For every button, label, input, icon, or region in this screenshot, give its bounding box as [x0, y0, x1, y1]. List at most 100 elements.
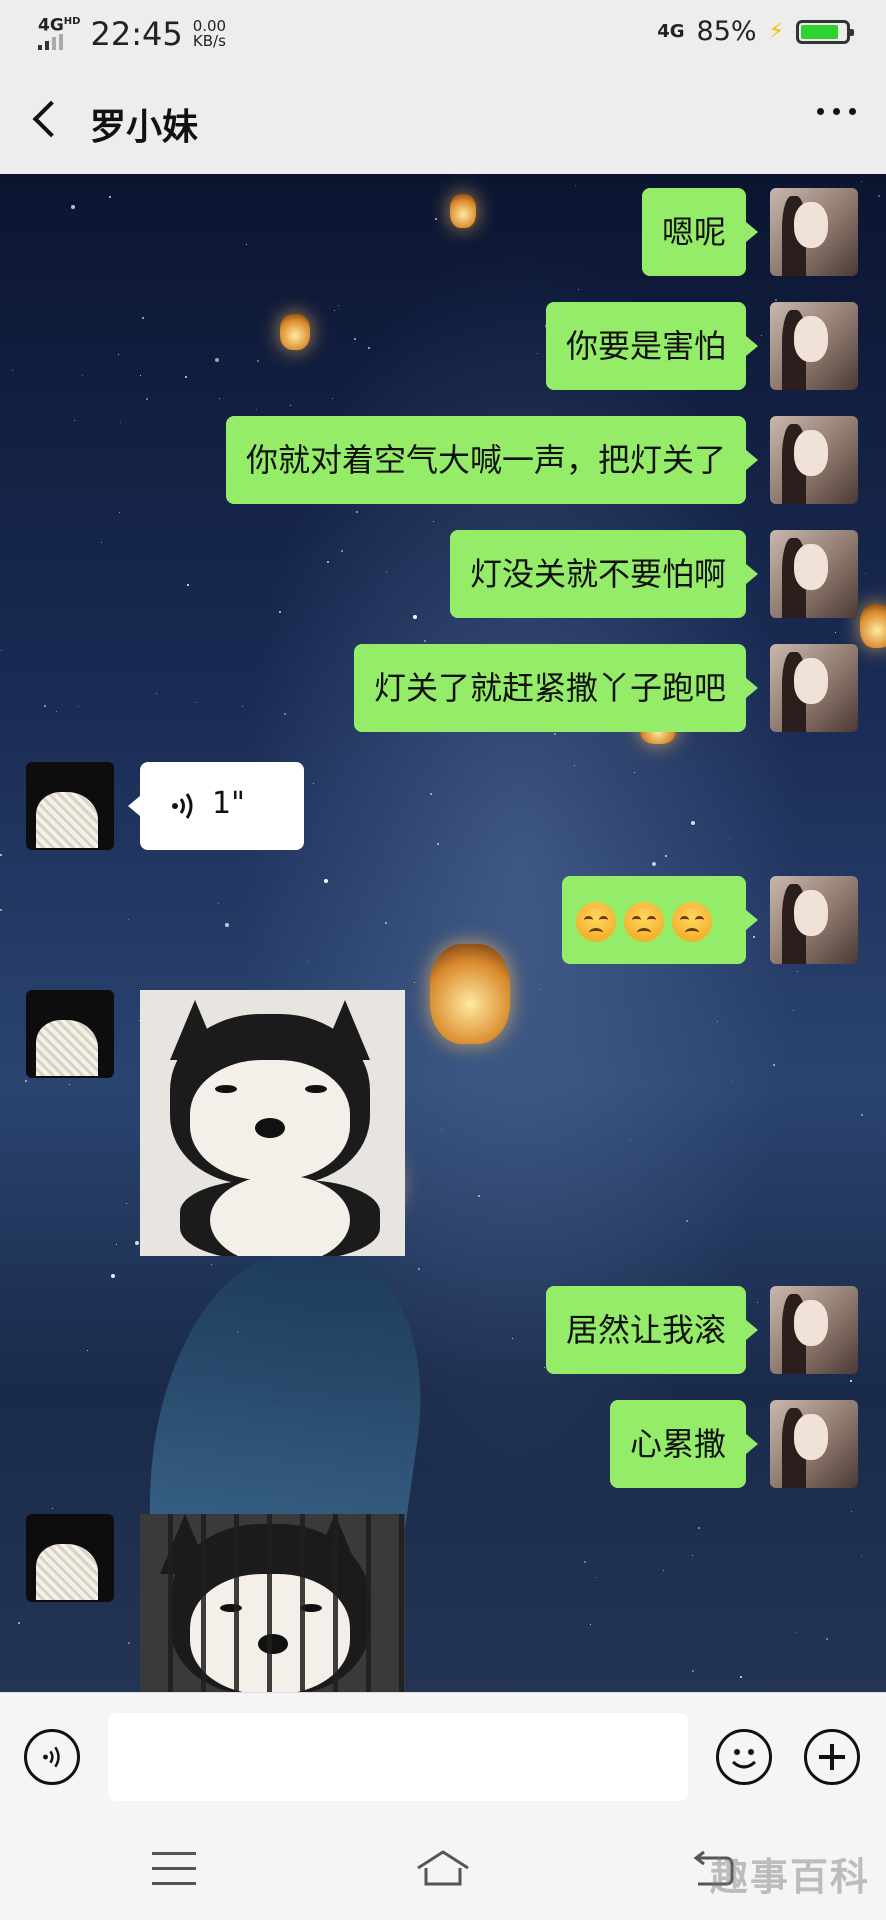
star: [692, 1670, 694, 1672]
star: [433, 521, 434, 522]
star: [119, 512, 120, 513]
star: [740, 1676, 742, 1678]
self-avatar[interactable]: [770, 302, 858, 390]
star: [413, 615, 417, 619]
star: [69, 1084, 70, 1085]
star: [219, 398, 220, 399]
star: [218, 903, 219, 904]
star: [146, 398, 148, 400]
star: [12, 370, 13, 371]
message-input[interactable]: [108, 1713, 688, 1801]
home-button[interactable]: [414, 1848, 472, 1888]
star: [692, 1555, 693, 1556]
star: [584, 1561, 586, 1563]
voice-wave-icon: [172, 793, 193, 819]
network-type-right: 4G: [657, 21, 685, 42]
contact-avatar[interactable]: [26, 990, 114, 1078]
emoji-icon: [731, 1749, 757, 1769]
star: [111, 1274, 115, 1278]
star: [225, 923, 229, 927]
star: [128, 1642, 130, 1644]
star: [140, 375, 141, 376]
star: [284, 713, 286, 715]
more-options-button[interactable]: [817, 108, 856, 115]
self-avatar[interactable]: [770, 188, 858, 276]
self-avatar[interactable]: [770, 876, 858, 964]
star: [595, 1577, 596, 1578]
star: [135, 1241, 139, 1245]
message-bubble[interactable]: 你就对着空气大喊一声，把灯关了: [225, 416, 759, 504]
star: [82, 375, 83, 376]
star: [334, 310, 335, 311]
self-avatar[interactable]: [770, 644, 858, 732]
message-bubble[interactable]: 灯关了就赶紧撒丫子跑吧: [353, 644, 759, 732]
star: [126, 1203, 127, 1204]
star: [354, 338, 356, 340]
chat-header: 罗小妹: [0, 70, 886, 174]
caged-dog-sticker[interactable]: [140, 1514, 405, 1692]
star: [634, 772, 635, 773]
network-speed-unit: KB/s: [192, 31, 226, 50]
contact-avatar[interactable]: [26, 762, 114, 850]
star: [757, 1302, 758, 1303]
voice-input-button[interactable]: [24, 1729, 80, 1785]
star: [74, 420, 75, 421]
message-bubble[interactable]: 心累撒: [609, 1400, 759, 1488]
contact-avatar[interactable]: [26, 1514, 114, 1602]
message-bubble[interactable]: 灯没关就不要怕啊: [449, 530, 759, 618]
star: [256, 409, 257, 410]
self-avatar[interactable]: [770, 1286, 858, 1374]
emoji-message-bubble[interactable]: [562, 876, 758, 964]
network-type-label: 4G: [38, 15, 64, 36]
star: [116, 1244, 117, 1245]
back-button[interactable]: [28, 100, 64, 140]
star: [242, 706, 243, 707]
message-bubble[interactable]: 嗯呢: [641, 188, 759, 276]
star: [52, 1508, 53, 1509]
star: [861, 1556, 862, 1557]
star: [257, 360, 259, 362]
message-bubble[interactable]: 居然让我滚: [545, 1286, 759, 1374]
star: [109, 196, 111, 198]
self-avatar[interactable]: [770, 416, 858, 504]
chat-area[interactable]: 嗯呢 你要是害怕 你就对着空气大喊一声，把灯关了 灯没关就不要怕啊 灯关了就赶紧…: [0, 174, 886, 1692]
shiba-dog-sticker[interactable]: [140, 990, 405, 1256]
watermark: 趣事百科: [709, 1854, 870, 1899]
star: [44, 705, 46, 707]
star: [356, 511, 358, 513]
more-dots-icon: [817, 108, 824, 115]
star: [338, 305, 339, 306]
self-avatar[interactable]: [770, 1400, 858, 1488]
menu-button[interactable]: [152, 1852, 196, 1886]
star: [540, 989, 541, 990]
star: [665, 855, 667, 857]
star: [87, 1350, 88, 1351]
star: [368, 347, 370, 349]
star: [279, 611, 281, 613]
star: [575, 185, 576, 186]
message-bubble[interactable]: 你要是害怕: [545, 302, 759, 390]
star: [246, 244, 247, 245]
star: [142, 317, 144, 319]
self-avatar[interactable]: [770, 530, 858, 618]
star: [196, 702, 197, 703]
voice-duration: 1": [212, 786, 245, 821]
status-bar: 4GHD 22:45 0.00 KB/s 4G 85% ⚡: [0, 0, 886, 70]
menu-icon: [152, 1852, 196, 1885]
star: [861, 1114, 863, 1116]
star: [797, 971, 798, 972]
star: [418, 1268, 420, 1270]
star: [691, 821, 695, 825]
system-nav-bar: 趣事百科: [0, 1820, 886, 1920]
star: [729, 838, 730, 839]
star: [341, 550, 343, 552]
voice-message-bubble[interactable]: 1": [128, 762, 304, 850]
star: [290, 405, 291, 406]
more-actions-button[interactable]: [804, 1729, 860, 1785]
star: [185, 376, 187, 378]
sad-face-emoji: [672, 902, 712, 942]
star: [537, 353, 538, 354]
emoji-button[interactable]: [716, 1729, 772, 1785]
star: [25, 1080, 27, 1082]
input-bar: [0, 1692, 886, 1821]
